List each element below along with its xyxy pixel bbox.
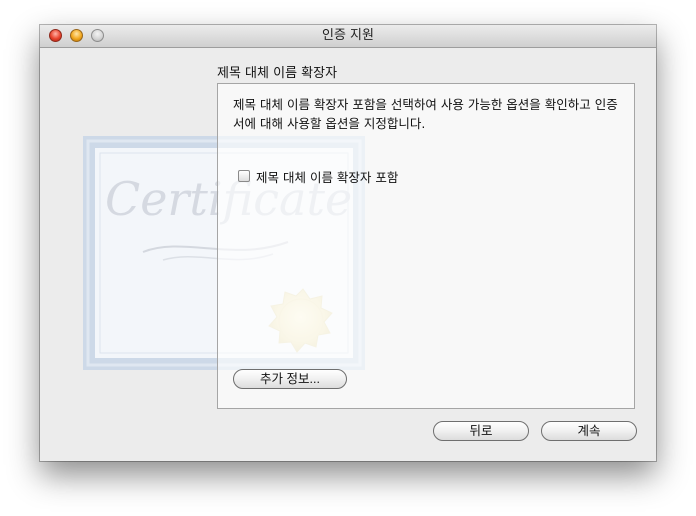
include-extension-label[interactable]: 제목 대체 이름 확장자 포함 bbox=[256, 167, 398, 186]
more-info-button[interactable]: 추가 정보... bbox=[233, 369, 347, 389]
title-bar: 인증 지원 bbox=[40, 25, 656, 48]
window-title: 인증 지원 bbox=[322, 28, 374, 43]
include-extension-option[interactable]: 제목 대체 이름 확장자 포함 bbox=[238, 167, 398, 186]
description-text: 제목 대체 이름 확장자 포함을 선택하여 사용 가능한 옵션을 확인하고 인증… bbox=[233, 97, 618, 131]
include-extension-checkbox[interactable] bbox=[238, 170, 250, 182]
section-title: 제목 대체 이름 확장자 bbox=[217, 66, 338, 81]
back-button[interactable]: 뒤로 bbox=[433, 421, 529, 441]
certificate-assistant-window: 인증 지원 Certificate 제목 대체 이름 확장자 제목 대체 이름 … bbox=[40, 25, 656, 461]
content-panel: 제목 대체 이름 확장자 포함을 선택하여 사용 가능한 옵션을 확인하고 인증… bbox=[217, 83, 635, 409]
continue-button[interactable]: 계속 bbox=[541, 421, 637, 441]
